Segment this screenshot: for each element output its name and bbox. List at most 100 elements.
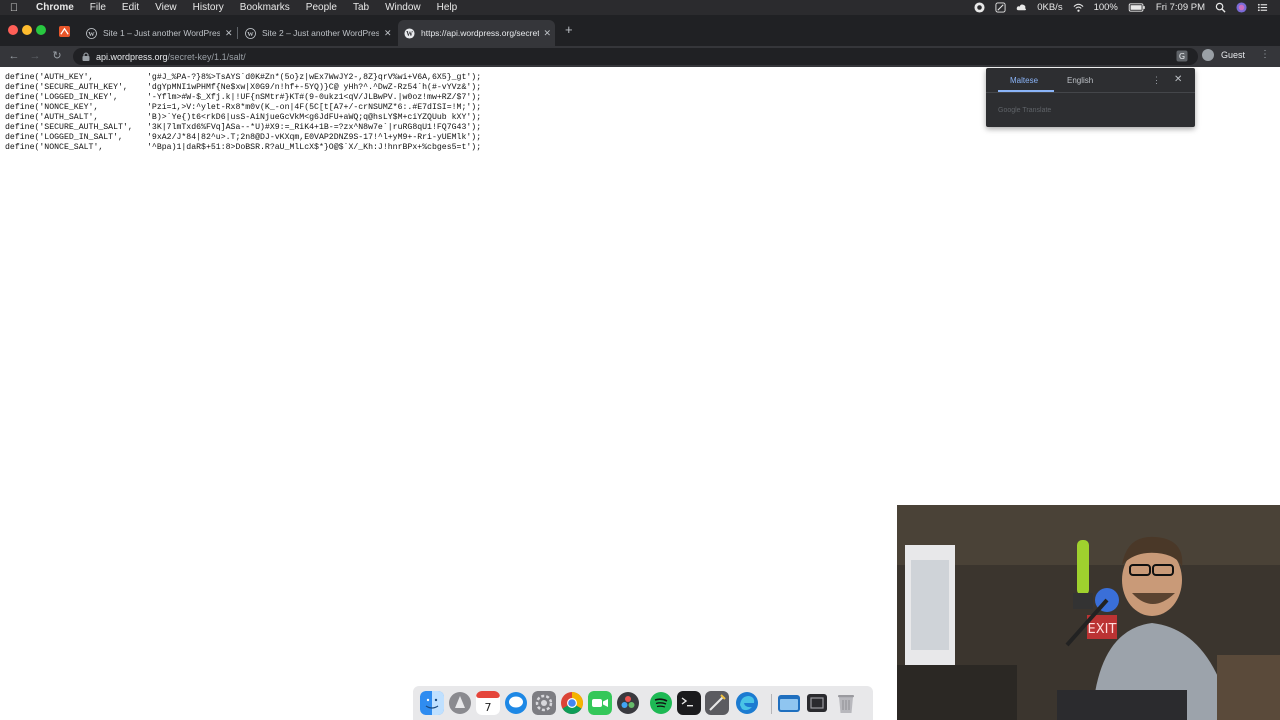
- menu-help[interactable]: Help: [429, 0, 466, 15]
- record-icon[interactable]: [974, 2, 985, 13]
- notification-center-icon[interactable]: [1257, 2, 1268, 13]
- profile-label: Guest: [1221, 50, 1246, 60]
- address-bar[interactable]: api.wordpress.org/secret-key/1.1/salt/: [73, 48, 1198, 65]
- guest-avatar-icon: [1202, 49, 1214, 61]
- system-preferences-icon[interactable]: [532, 691, 556, 715]
- translate-source-tab[interactable]: Maltese: [1010, 76, 1038, 85]
- forward-arrow-icon[interactable]: →: [28, 50, 42, 63]
- salt-key: define('SECURE_AUTH_KEY',: [5, 83, 128, 92]
- browser-toolbar: ← → ↻ api.wordpress.org/secret-key/1.1/s…: [0, 46, 1280, 67]
- minimize-window-button[interactable]: [22, 25, 32, 35]
- menu-tab[interactable]: Tab: [345, 0, 377, 15]
- webcam-overlay: EXIT: [897, 505, 1280, 720]
- salt-line: define('LOGGED_IN_KEY', '-Yflm>#W-$_Xfj.k…: [5, 93, 481, 103]
- script-editor-icon[interactable]: [705, 691, 729, 715]
- chrome-menu-icon[interactable]: ⋮: [1260, 49, 1270, 60]
- close-tab-icon[interactable]: ✕: [543, 28, 551, 39]
- menu-file[interactable]: File: [82, 0, 114, 15]
- svg-text:EXIT: EXIT: [1088, 622, 1117, 637]
- tab-strip: W Site 1 – Just another WordPress site ✕…: [0, 15, 1280, 46]
- tab-site-1[interactable]: W Site 1 – Just another WordPress site ✕: [80, 20, 237, 46]
- zoom-window-button[interactable]: [36, 25, 46, 35]
- salt-line: define('NONCE_SALT', '^Bpa)1|daR$+51:8>Do…: [5, 143, 481, 153]
- salt-value: 'g#J_%PA-?}8%>TsAYS`d0K#Zn*(5o}z|wEx7WwJ…: [147, 73, 482, 82]
- menubar-clock[interactable]: Fri 7:09 PM: [1156, 2, 1205, 13]
- search-icon[interactable]: [1215, 2, 1226, 13]
- popup-divider: [986, 92, 1195, 93]
- tab-salt-api[interactable]: W https://api.wordpress.org/secret-key/1…: [398, 20, 555, 46]
- finder-icon[interactable]: [420, 691, 444, 715]
- tab-title: Site 2 – Just another WordPress site: [262, 28, 380, 38]
- menu-edit[interactable]: Edit: [114, 0, 147, 15]
- wordpress-icon: W: [245, 27, 256, 39]
- svg-text:W: W: [406, 30, 413, 37]
- calendar-icon[interactable]: 7: [476, 691, 500, 715]
- davinci-resolve-icon[interactable]: [616, 691, 640, 715]
- translate-icon[interactable]: G: [1176, 50, 1188, 62]
- menu-window[interactable]: Window: [377, 0, 429, 15]
- close-window-button[interactable]: [8, 25, 18, 35]
- salt-key: define('NONCE_SALT',: [5, 143, 104, 152]
- salt-key: define('NONCE_KEY',: [5, 103, 99, 112]
- terminal-icon[interactable]: [677, 691, 701, 715]
- macos-menu-bar:  Chrome File Edit View History Bookmark…: [0, 0, 1280, 15]
- close-tab-icon[interactable]: ✕: [383, 28, 392, 39]
- tab-site-2[interactable]: W Site 2 – Just another WordPress site ✕: [239, 20, 396, 46]
- translate-target-tab[interactable]: English: [1067, 76, 1093, 85]
- apple-icon[interactable]: : [0, 2, 28, 14]
- tab-title: Site 1 – Just another WordPress site: [103, 28, 221, 38]
- close-tab-icon[interactable]: ✕: [224, 28, 233, 39]
- facetime-icon[interactable]: [588, 691, 612, 715]
- spotify-icon[interactable]: [649, 691, 673, 715]
- google-translate-brand: Google Translate: [998, 107, 1052, 114]
- salt-line: define('NONCE_KEY', 'Pzi=1,>V:^ylet-Rx8*m…: [5, 103, 481, 113]
- reload-icon[interactable]: ↻: [50, 50, 64, 63]
- svg-text:W: W: [247, 30, 254, 37]
- pinned-tab-icon[interactable]: [59, 26, 70, 37]
- back-arrow-icon[interactable]: ←: [7, 50, 21, 63]
- url-text: api.wordpress.org/secret-key/1.1/salt/: [96, 52, 246, 62]
- battery-icon[interactable]: [1128, 2, 1146, 13]
- salt-key: define('SECURE_AUTH_SALT',: [5, 123, 133, 132]
- salt-value: 'dgYpMNI1wPHMf{Ne$xw|X0G9/n!hf+-5YQ)}C@ …: [147, 83, 482, 92]
- downloads-icon[interactable]: [777, 691, 801, 715]
- messages-icon[interactable]: [504, 691, 528, 715]
- translate-options-icon[interactable]: ⋮: [1152, 75, 1161, 86]
- tab-title: https://api.wordpress.org/secret-key/1.1…: [421, 28, 540, 38]
- salt-value: 'Pzi=1,>V:^ylet-Rx8*m0v(K_-on|4F(5C[t[A7…: [147, 103, 482, 112]
- salt-definitions: define('AUTH_KEY', 'g#J_%PA-?}8%>TsAYS`d0…: [5, 73, 481, 153]
- menu-history[interactable]: History: [185, 0, 232, 15]
- wifi-icon[interactable]: [1073, 2, 1084, 13]
- chrome-icon[interactable]: [560, 691, 584, 715]
- network-rate: 0KB/s: [1037, 2, 1063, 13]
- salt-line: define('SECURE_AUTH_KEY', 'dgYpMNI1wPHMf{…: [5, 83, 481, 93]
- new-tab-button[interactable]: +: [565, 23, 573, 36]
- svg-text:G: G: [1179, 52, 1185, 61]
- menu-app-name[interactable]: Chrome: [28, 0, 82, 15]
- salt-key: define('AUTH_SALT',: [5, 113, 99, 122]
- siri-icon[interactable]: [1236, 2, 1247, 13]
- trash-icon[interactable]: [834, 691, 858, 715]
- salt-key: define('LOGGED_IN_SALT',: [5, 133, 123, 142]
- wordpress-icon: W: [404, 27, 415, 39]
- menu-people[interactable]: People: [298, 0, 345, 15]
- url-path: /secret-key/1.1/salt/: [167, 51, 246, 62]
- dock-separator: [771, 694, 772, 714]
- launchpad-icon[interactable]: [448, 691, 472, 715]
- close-icon[interactable]: ✕: [1174, 74, 1182, 85]
- edge-icon[interactable]: [735, 691, 759, 715]
- salt-value: 'B)>`Ye{)t6<rkD6|usS-AiNjueGcVkM<g6JdFU+…: [147, 113, 482, 122]
- menu-bookmarks[interactable]: Bookmarks: [232, 0, 298, 15]
- lock-icon[interactable]: [82, 52, 90, 61]
- svg-text:7: 7: [485, 701, 492, 714]
- salt-key: define('AUTH_KEY',: [5, 73, 94, 82]
- salt-key: define('LOGGED_IN_KEY',: [5, 93, 119, 102]
- profile-button[interactable]: Guest: [1202, 49, 1245, 61]
- screen-capture-icon[interactable]: [805, 691, 829, 715]
- salt-value: '^Bpa)1|daR$+51:8>DoBSR.R?aU_MlLcX$*}O@$…: [147, 143, 482, 152]
- battery-percent: 100%: [1093, 2, 1118, 13]
- istat-icon[interactable]: [995, 2, 1006, 13]
- cloud-icon[interactable]: [1016, 2, 1027, 13]
- menu-view[interactable]: View: [147, 0, 185, 15]
- salt-value: '-Yflm>#W-$_Xfj.k|!UF{nSMtr#}KT#(9-0ukz1…: [147, 93, 482, 102]
